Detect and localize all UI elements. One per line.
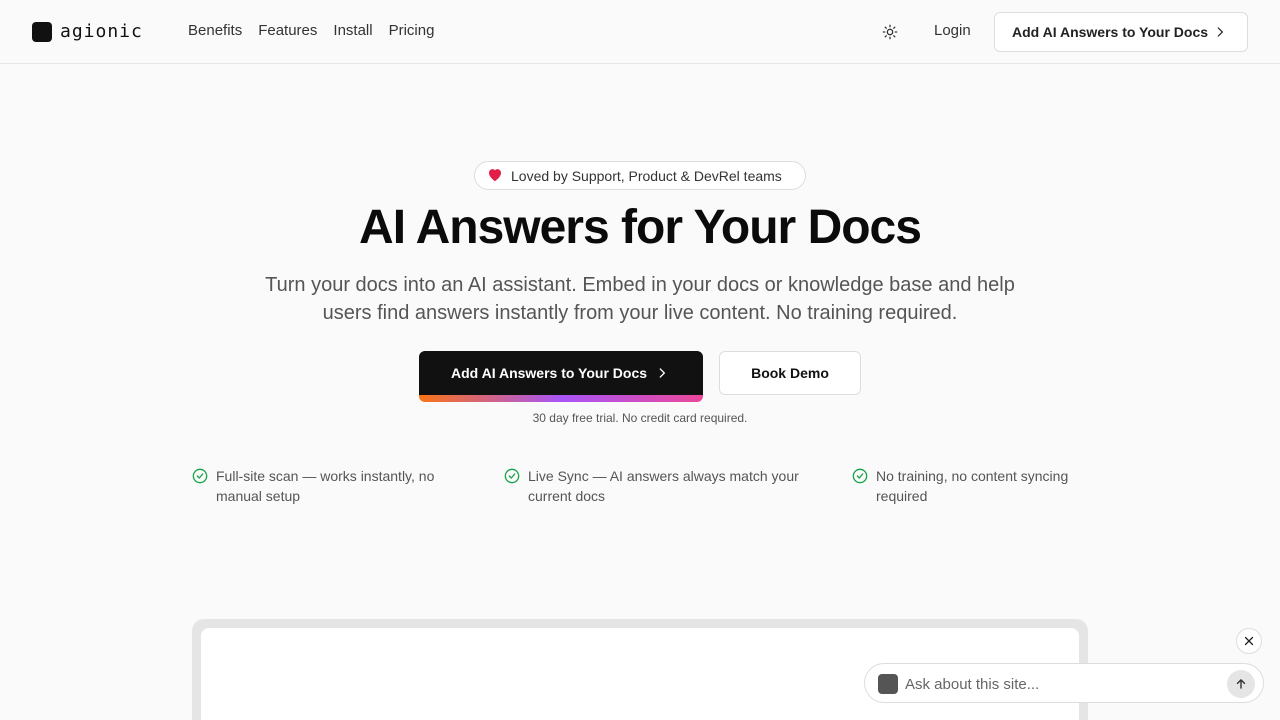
check-circle-icon	[192, 468, 208, 506]
header-cta-label: Add AI Answers to Your Docs	[1012, 24, 1209, 40]
nav-benefits[interactable]: Benefits	[188, 22, 242, 39]
check-circle-icon	[504, 468, 520, 506]
feature-item: Live Sync — AI answers always match your…	[504, 466, 820, 506]
site-header: agionic Benefits Features Install Pricin…	[0, 0, 1280, 64]
chat-input[interactable]	[905, 672, 1205, 696]
hero-subhead: Turn your docs into an AI assistant. Emb…	[265, 274, 1015, 324]
badge-text: Loved by Support, Product & DevRel teams	[511, 167, 782, 184]
brand-name: agionic	[60, 21, 143, 42]
feature-text: No training, no content syncing required	[876, 468, 1069, 504]
check-circle-icon	[852, 468, 868, 506]
book-demo-button[interactable]: Book Demo	[719, 351, 861, 395]
chevron-right-icon	[1213, 25, 1227, 42]
social-proof-badge: Loved by Support, Product & DevRel teams	[474, 161, 806, 190]
feature-item: No training, no content syncing required	[852, 466, 1092, 506]
brand-logo[interactable]: agionic	[32, 21, 143, 42]
feature-item: Full-site scan — works instantly, no man…	[192, 466, 472, 506]
main-nav: Benefits Features Install Pricing	[188, 22, 434, 39]
primary-cta-face: Add AI Answers to Your Docs	[419, 351, 703, 395]
chat-widget	[864, 663, 1264, 703]
logo-mark-icon	[32, 21, 52, 42]
primary-cta-gradient-bar	[419, 395, 703, 402]
arrow-up-icon	[1236, 679, 1246, 689]
heart-icon	[487, 167, 503, 185]
primary-cta-button[interactable]: Add AI Answers to Your Docs	[419, 351, 703, 402]
chat-avatar-icon	[878, 674, 898, 694]
chat-send-button[interactable]	[1227, 670, 1255, 698]
feature-text: Full-site scan — works instantly, no man…	[216, 468, 435, 504]
nav-features[interactable]: Features	[258, 22, 317, 39]
primary-cta-label: Add AI Answers to Your Docs	[451, 365, 648, 381]
trial-note: 30 day free trial. No credit card requir…	[532, 411, 748, 425]
login-link[interactable]: Login	[934, 22, 971, 39]
feature-text: Live Sync — AI answers always match your…	[528, 468, 799, 504]
theme-toggle-sun-icon[interactable]	[879, 21, 901, 43]
close-icon	[1244, 636, 1254, 646]
chat-close-button[interactable]	[1236, 628, 1262, 654]
chevron-right-icon	[655, 366, 669, 383]
hero-headline: AI Answers for Your Docs	[359, 201, 922, 254]
nav-install[interactable]: Install	[333, 22, 372, 39]
nav-pricing[interactable]: Pricing	[389, 22, 435, 39]
header-cta-button[interactable]: Add AI Answers to Your Docs	[994, 12, 1248, 52]
